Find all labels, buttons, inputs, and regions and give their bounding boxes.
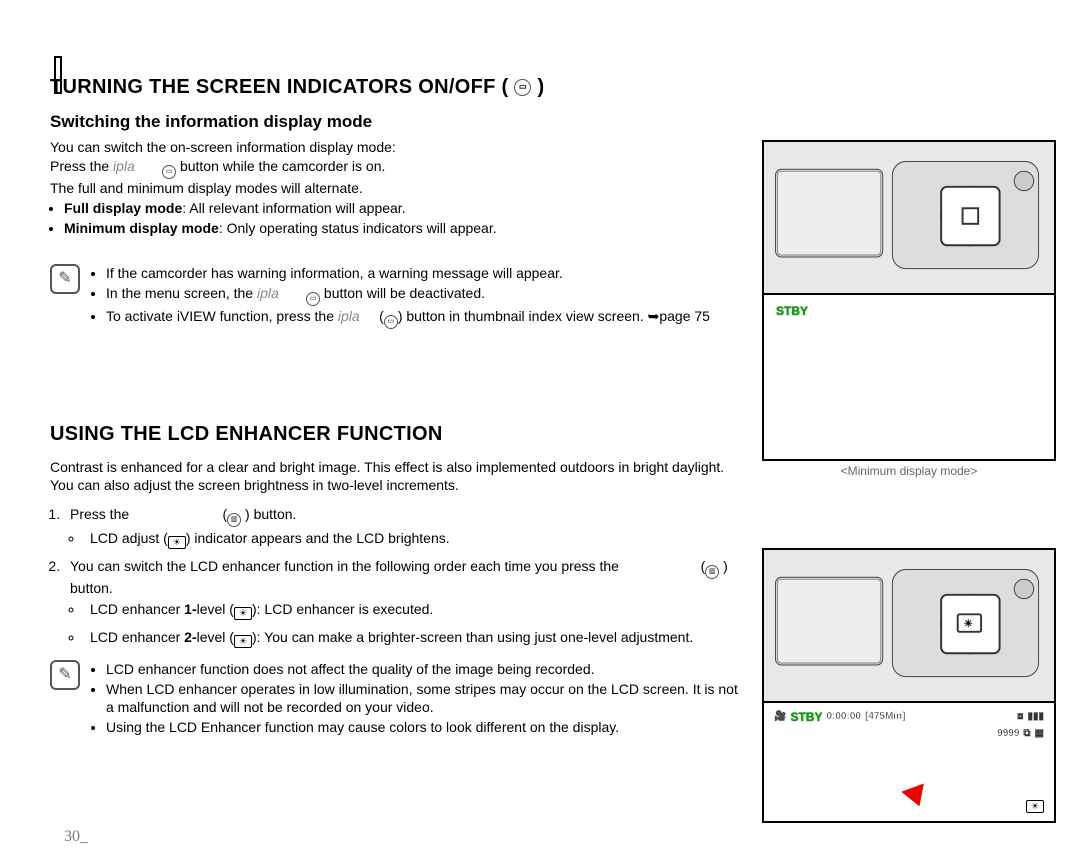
- section1-title: TURNING THE SCREEN INDICATORS ON/OFF ( ▭…: [50, 74, 740, 101]
- s1-bullets: Full display mode: All relevant informat…: [64, 199, 740, 238]
- section2-intro: Contrast is enhanced for a clear and bri…: [50, 458, 740, 496]
- s1-line3: The full and minimum display modes will …: [50, 179, 740, 198]
- note-icon: ✎: [50, 264, 80, 294]
- camera-icon: 🎥: [774, 710, 786, 724]
- stby-label: STBY: [776, 304, 808, 318]
- svg-text:☀: ☀: [964, 618, 974, 630]
- s2c-bold: 1-: [184, 601, 196, 617]
- s2-line2: You can also adjust the screen brightnes…: [50, 476, 740, 495]
- bullet2-text: : Only operating status indicators will …: [219, 220, 497, 236]
- camcorder-illustration-2: ☀: [762, 548, 1056, 703]
- battery-icon: ▮▮▮: [1027, 710, 1044, 724]
- s1-line1: You can switch the on-screen information…: [50, 138, 740, 157]
- step-2: You can switch the LCD enhancer function…: [64, 557, 740, 648]
- note1-l3a: To activate iVIEW function, press the: [106, 308, 338, 324]
- screen-full-display: 🎥 STBY 0:00:00 [475Min] ⧈ ▮▮▮ 9999 ⧉ ▦ ☀: [762, 703, 1056, 823]
- s2d-end: ): You can make a brighter-screen than u…: [252, 629, 693, 645]
- page-number-value: 30: [64, 828, 80, 845]
- section2-steps: Press the (▥ ) button. LCD adjust (☀) in…: [64, 505, 740, 647]
- lcd-adjust-icon: ☀: [1026, 800, 1044, 813]
- step-1: Press the (▥ ) button. LCD adjust (☀) in…: [64, 505, 740, 549]
- illustration-group-2: ☀ 🎥 STBY 0:00:00 [475Min] ⧈ ▮▮▮ 9999 ⧉ ▦…: [762, 548, 1056, 823]
- note2-l2: When LCD enhancer operates in low illumi…: [106, 680, 740, 718]
- remaining-time: [475Min]: [865, 710, 906, 724]
- time-counter: 0:00:00: [826, 710, 860, 724]
- illustration-group-1: STBY <Minimum display mode>: [762, 140, 1056, 479]
- step1c: LCD adjust (: [90, 530, 168, 546]
- chapter-bar: [54, 56, 62, 94]
- status-row-1: 🎥 STBY 0:00:00 [475Min] ⧈ ▮▮▮: [774, 709, 1044, 725]
- lcd-level2-icon: ☀: [234, 635, 252, 648]
- section1-title-end: ): [537, 74, 544, 101]
- s2c-end: ): LCD enhancer is executed.: [252, 601, 433, 617]
- quality-icon: ▦: [1035, 727, 1044, 741]
- note2-l3: Using the LCD Enhancer function may caus…: [106, 718, 740, 737]
- bullet-full-display: Full display mode: All relevant informat…: [64, 199, 740, 218]
- section2-title: USING THE LCD ENHANCER FUNCTION: [50, 421, 740, 448]
- s2d-post: level (: [197, 629, 234, 645]
- camcorder-illustration-1: [762, 140, 1056, 295]
- camcorder-svg: [764, 142, 1054, 293]
- lcd-enhancer-indicator: ☀: [1026, 797, 1044, 813]
- display-button-icon: ▭: [514, 79, 531, 96]
- note-box-2: ✎ LCD enhancer function does not affect …: [50, 658, 740, 740]
- step1b: ) button.: [245, 506, 296, 522]
- s1-line2a: Press the: [50, 158, 113, 174]
- note-icon: ✎: [50, 660, 80, 690]
- resolution-icon: ⧉: [1023, 727, 1030, 741]
- step1-sub: LCD adjust (☀) indicator appears and the…: [84, 529, 740, 549]
- section1-body: You can switch the on-screen information…: [50, 138, 740, 238]
- screen-min-display: STBY: [762, 295, 1056, 461]
- bullet1-label: Full display mode: [64, 200, 182, 216]
- s1-line2: Press the ipla ▭ button while the camcor…: [50, 157, 740, 179]
- note2-content: LCD enhancer function does not affect th…: [92, 658, 740, 740]
- bullet2-label: Minimum display mode: [64, 220, 219, 236]
- note2-l1: LCD enhancer function does not affect th…: [106, 660, 740, 679]
- s1-line2c: button while the camcorder is on.: [180, 158, 385, 174]
- step2-sub1: LCD enhancer 1-level (☀): LCD enhancer i…: [84, 600, 740, 620]
- s2d-bold: 2-: [184, 629, 196, 645]
- step2a: You can switch the LCD enhancer function…: [70, 558, 619, 574]
- note1-l2: In the menu screen, the ipla ▭ button wi…: [106, 284, 710, 306]
- red-arrow-icon: [901, 783, 930, 810]
- photo-count: 9999: [997, 727, 1019, 741]
- note1-l2a: In the menu screen, the: [106, 285, 257, 301]
- step2-sub2: LCD enhancer 2-level (☀): You can make a…: [84, 628, 740, 648]
- subtitle-1: Switching the information display mode: [50, 111, 740, 134]
- lcd-adjust-icon: ☀: [168, 536, 186, 549]
- note1-content: If the camcorder has warning information…: [92, 262, 710, 330]
- note1-l3: To activate iVIEW function, press the ip…: [106, 307, 710, 329]
- display-button-icon: ▭: [306, 292, 320, 306]
- step1d: ) indicator appears and the LCD brighten…: [186, 530, 450, 546]
- note1-l3c: ) button in thumbnail index view screen.…: [398, 308, 710, 324]
- note1-l2c: button will be deactivated.: [324, 285, 485, 301]
- section1-title-text: TURNING THE SCREEN INDICATORS ON/OFF (: [50, 74, 508, 101]
- s2c-pre: LCD enhancer: [90, 601, 184, 617]
- note1-l1: If the camcorder has warning information…: [106, 264, 710, 283]
- status-row-2: 9999 ⧉ ▦: [774, 727, 1044, 741]
- s2c-post: level (: [197, 601, 234, 617]
- lcd-enhancer-button-icon: ▥: [227, 513, 241, 527]
- lcd-enhancer-button-icon: ▥: [705, 565, 719, 579]
- camcorder-svg: ☀: [764, 550, 1054, 701]
- display-button-icon: ▭: [384, 315, 398, 329]
- s2d-pre: LCD enhancer: [90, 629, 184, 645]
- page-number: 30_: [64, 826, 88, 848]
- iplay-label: ipla: [257, 285, 279, 301]
- note-box-1: ✎ If the camcorder has warning informati…: [50, 262, 740, 330]
- bullet-min-display: Minimum display mode: Only operating sta…: [64, 219, 740, 238]
- bullet1-text: : All relevant information will appear.: [182, 200, 405, 216]
- caption-min-display: <Minimum display mode>: [762, 463, 1056, 479]
- step1a: Press the: [70, 506, 129, 522]
- card-icon: ⧈: [1017, 710, 1023, 724]
- display-button-icon: ▭: [162, 165, 176, 179]
- iplay-label: ipla: [338, 308, 360, 324]
- iplay-label: ipla: [113, 158, 135, 174]
- lcd-level1-icon: ☀: [234, 607, 252, 620]
- stby-label: STBY: [790, 709, 822, 725]
